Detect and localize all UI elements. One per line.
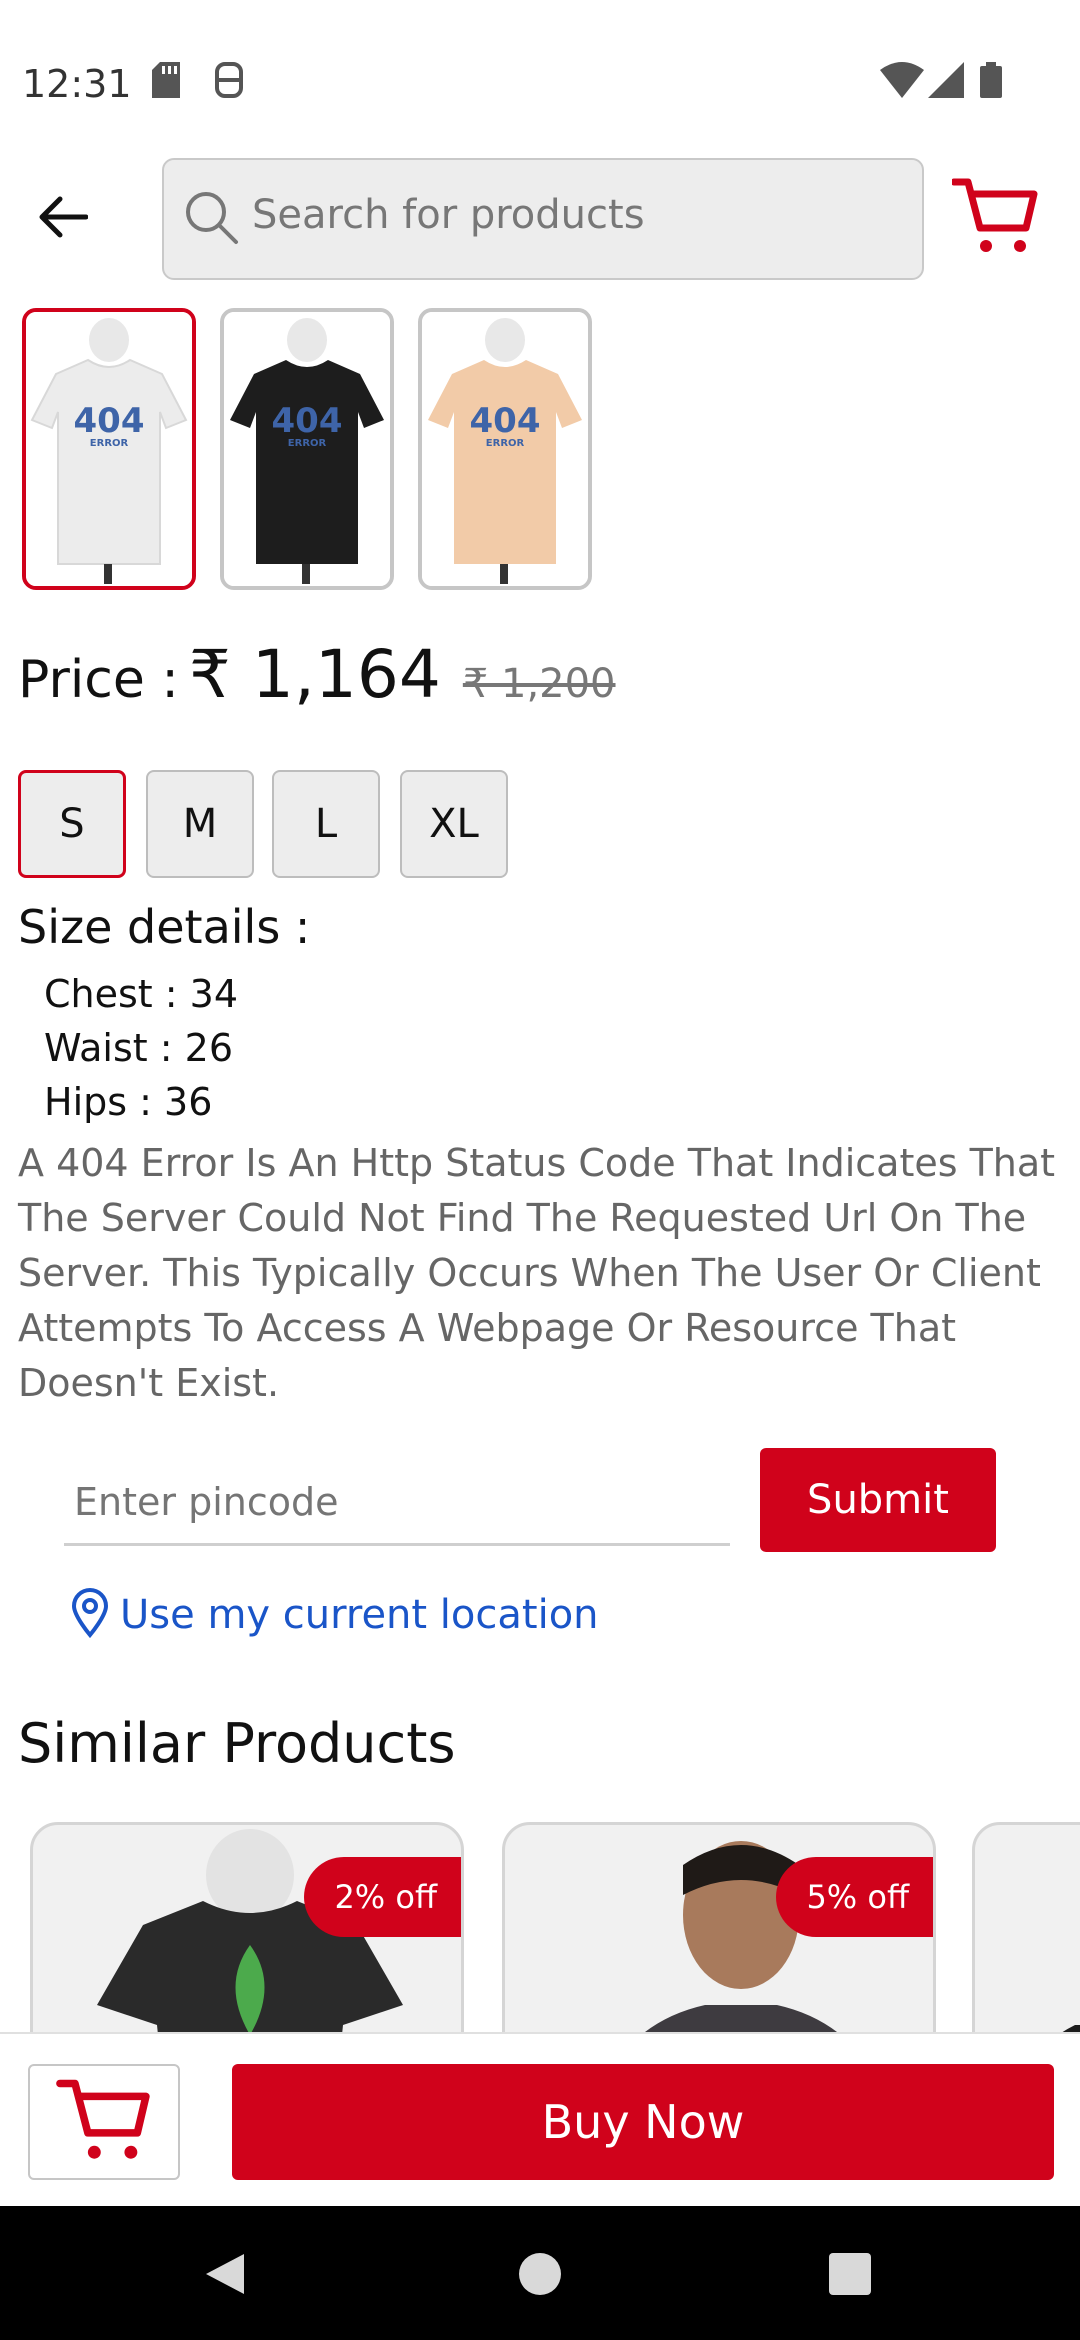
- similar-products-title: Similar Products: [18, 1712, 456, 1775]
- arrow-left-icon: [38, 195, 89, 243]
- status-time: 12:31: [22, 62, 132, 106]
- size-detail-hips: Hips : 36: [44, 1080, 213, 1124]
- shopping-cart-icon: [56, 2077, 152, 2167]
- search-bar[interactable]: Search for products: [162, 158, 924, 280]
- thumb-print: 404 ERROR: [422, 404, 588, 449]
- price-current: ₹ 1,164: [188, 636, 441, 713]
- thumb-print-text: 404: [469, 401, 541, 441]
- nav-back-icon[interactable]: [204, 2252, 246, 2300]
- price-original: ₹ 1,200: [462, 661, 616, 707]
- size-option-xl[interactable]: XL: [400, 770, 508, 878]
- nav-home-icon[interactable]: [518, 2252, 562, 2300]
- system-nav-bar: [0, 2206, 1080, 2340]
- discount-badge: 5% off: [776, 1857, 933, 1937]
- thumb-print-subtext: ERROR: [287, 438, 327, 449]
- pincode-input[interactable]: [64, 1460, 730, 1546]
- bottom-action-bar: Buy Now: [0, 2032, 1080, 2206]
- thumb-print: 404 ERROR: [224, 404, 390, 449]
- size-option-s[interactable]: S: [18, 770, 126, 878]
- signal-icon: [928, 62, 964, 102]
- add-to-cart-button[interactable]: [28, 2064, 180, 2180]
- search-placeholder: Search for products: [252, 192, 645, 238]
- use-location-link[interactable]: Use my current location: [70, 1588, 599, 1642]
- header-cart-button[interactable]: [950, 176, 1038, 260]
- size-details-title: Size details :: [18, 900, 311, 954]
- battery-icon: [980, 62, 1002, 102]
- thumb-print: 404 ERROR: [26, 404, 192, 449]
- thumb-print-subtext: ERROR: [485, 438, 525, 449]
- thumb-print-subtext: ERROR: [89, 438, 129, 449]
- back-button[interactable]: [28, 184, 98, 254]
- submit-button[interactable]: Submit: [760, 1448, 996, 1552]
- size-detail-chest: Chest : 34: [44, 972, 239, 1016]
- discount-badge: 2% off: [304, 1857, 461, 1937]
- product-description: A 404 Error Is An Http Status Code That …: [18, 1141, 1056, 1405]
- product-thumbnail-peach[interactable]: 404 ERROR: [418, 308, 592, 590]
- search-icon: [184, 190, 240, 250]
- price-row: Price : ₹ 1,164 ₹ 1,200: [18, 636, 616, 716]
- product-thumbnail-white[interactable]: 404 ERROR: [22, 308, 196, 590]
- thumb-print-text: 404: [271, 401, 343, 441]
- thumb-print-text: 404: [73, 401, 145, 441]
- location-pin-icon: [70, 1588, 110, 1642]
- product-thumbnail-black[interactable]: 404 ERROR: [220, 308, 394, 590]
- price-label: Price :: [18, 650, 179, 710]
- use-location-label: Use my current location: [120, 1592, 599, 1638]
- nav-recents-icon[interactable]: [828, 2252, 872, 2300]
- buy-now-button[interactable]: Buy Now: [232, 2064, 1054, 2180]
- accessibility-icon: [214, 62, 244, 102]
- size-option-m[interactable]: M: [146, 770, 254, 878]
- size-option-l[interactable]: L: [272, 770, 380, 878]
- shopping-cart-icon: [950, 178, 1038, 260]
- size-detail-waist: Waist : 26: [44, 1026, 233, 1070]
- status-bar: 12:31: [0, 0, 1080, 150]
- wifi-icon: [880, 62, 924, 102]
- sd-card-icon: [152, 62, 182, 102]
